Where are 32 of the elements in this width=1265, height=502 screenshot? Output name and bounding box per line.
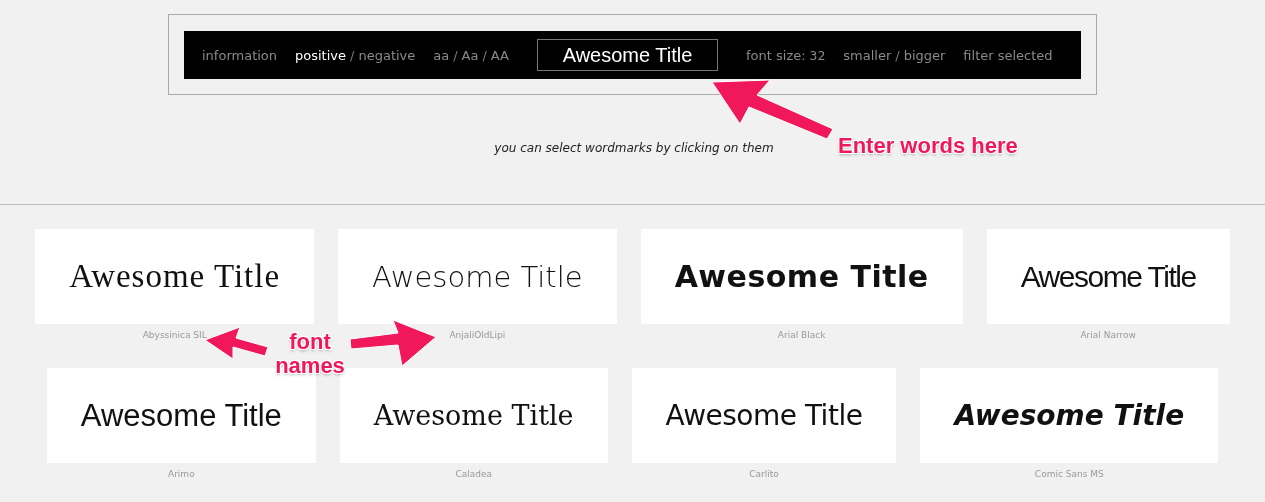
font-name: Carlito: [749, 469, 779, 481]
toolbar-link[interactable]: aa: [433, 47, 450, 63]
font-name: Abyssinica SIL: [142, 330, 207, 342]
font-name: Arial Narrow: [1080, 330, 1136, 342]
filter-link[interactable]: filter selected: [963, 47, 1053, 63]
toolbar-link[interactable]: negative: [358, 47, 416, 63]
separator: /: [895, 47, 900, 63]
font-name: Arimo: [168, 469, 195, 481]
toolbar-link[interactable]: information: [202, 47, 278, 63]
title-input[interactable]: Awesome Title: [537, 39, 718, 71]
hint-text: you can select wordmarks by clicking on them: [494, 141, 774, 155]
font-size-value[interactable]: 32: [809, 47, 826, 63]
font-name: Caladea: [455, 469, 492, 481]
toolbar-link[interactable]: smaller: [843, 47, 892, 63]
toolbar-link[interactable]: bigger: [903, 47, 946, 63]
wordmark-card[interactable]: Awesome Title: [35, 229, 315, 324]
font-name: AnjaliOldLipi: [449, 330, 506, 342]
toolbar-link[interactable]: AA: [490, 47, 509, 63]
wordmark-card[interactable]: Awesome Title: [640, 229, 963, 324]
font-name: Comic Sans MS: [1034, 469, 1104, 481]
separator: /: [482, 47, 487, 63]
separator: /: [453, 47, 458, 63]
wordmark-card[interactable]: Awesome Title: [920, 368, 1219, 463]
font-name: Arial Black: [777, 330, 826, 342]
annotation-text: Enter words here: [838, 134, 1018, 158]
toolbar-link[interactable]: positive: [295, 47, 347, 63]
font-size-label: font size:: [746, 47, 806, 63]
wordmark-card[interactable]: Awesome Title: [986, 229, 1230, 324]
toolbar-link[interactable]: Aa: [461, 47, 479, 63]
wordmark-card[interactable]: Awesome Title: [631, 368, 897, 463]
separator: /: [350, 47, 355, 63]
wordmark-card[interactable]: Awesome Title: [338, 229, 617, 324]
